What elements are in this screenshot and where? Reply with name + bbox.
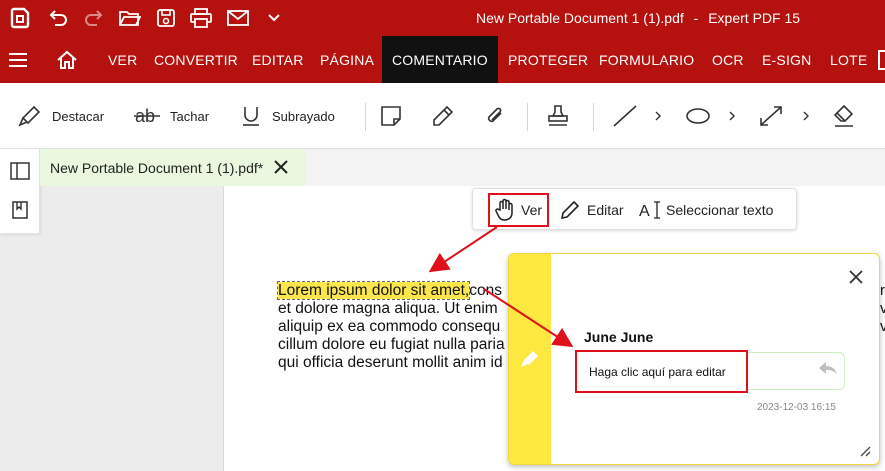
arrow-to-comment	[483, 288, 574, 348]
arrow-to-highlight	[428, 226, 498, 273]
annotation-arrows	[428, 226, 574, 348]
